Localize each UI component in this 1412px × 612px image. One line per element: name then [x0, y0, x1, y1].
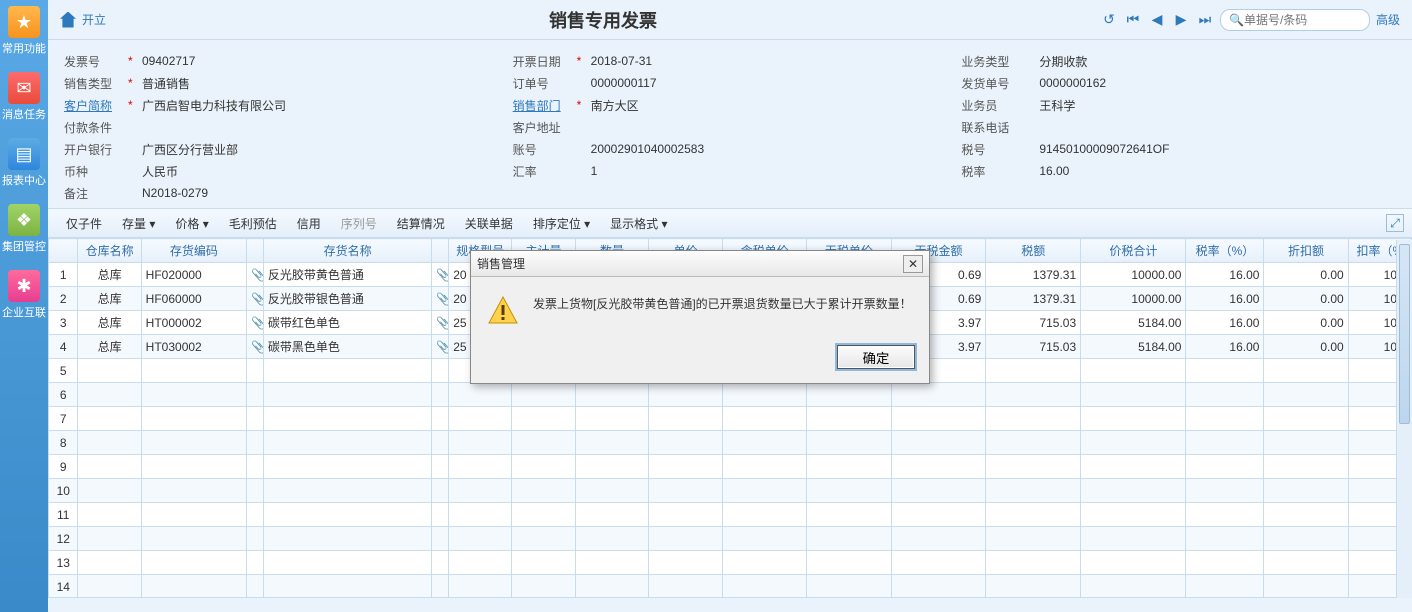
modal-titlebar[interactable]: 销售管理 ✕: [471, 251, 929, 277]
modal-message: 发票上货物[反光胶带黄色普通]的已开票退货数量已大于累计开票数量！: [533, 295, 913, 327]
modal-title-text: 销售管理: [477, 255, 903, 272]
warning-icon: [487, 295, 519, 327]
close-icon[interactable]: ✕: [903, 255, 923, 273]
modal-dialog: 销售管理 ✕ 发票上货物[反光胶带黄色普通]的已开票退货数量已大于累计开票数量！…: [470, 250, 930, 384]
ok-button[interactable]: 确定: [837, 345, 915, 369]
modal-overlay: 销售管理 ✕ 发票上货物[反光胶带黄色普通]的已开票退货数量已大于累计开票数量！…: [0, 0, 1412, 612]
